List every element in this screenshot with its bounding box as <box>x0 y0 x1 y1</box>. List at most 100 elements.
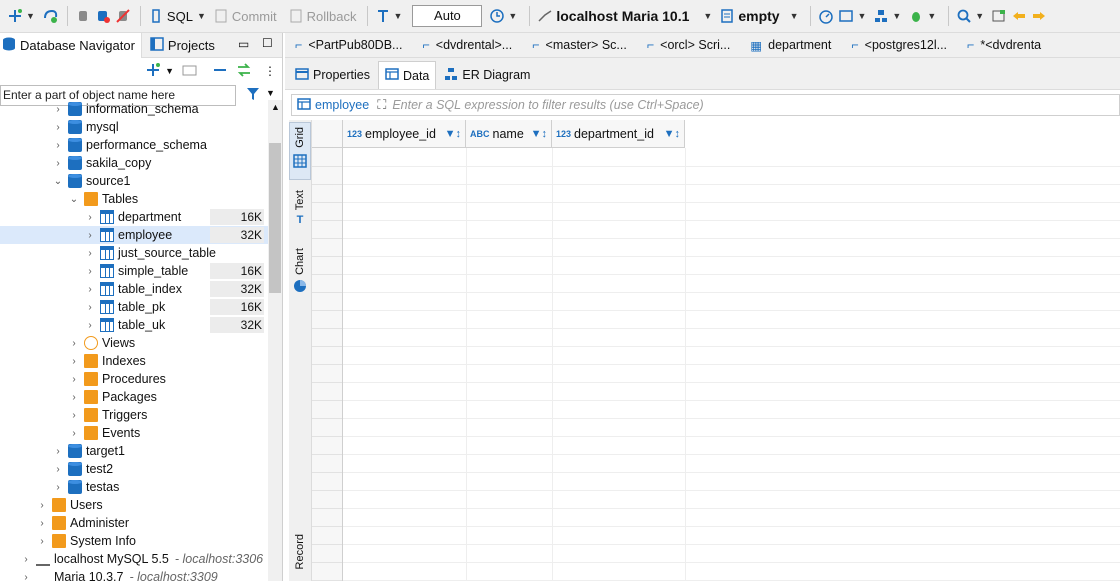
transaction-mode-field[interactable]: Auto <box>412 5 483 27</box>
collapsed-arrow-icon[interactable]: › <box>68 356 80 367</box>
tree-item[interactable]: › employee 32K <box>0 226 268 244</box>
column-filter-sort-icon[interactable]: ▼↕ <box>445 128 461 140</box>
column-header[interactable]: ABC name ▼↕ <box>466 120 552 148</box>
nav-forward-icon[interactable] <box>1030 7 1048 25</box>
column-header[interactable]: 123 department_id ▼↕ <box>552 120 685 148</box>
tree-item[interactable]: › sakila_copy <box>0 154 268 172</box>
collapsed-arrow-icon[interactable]: › <box>68 392 80 403</box>
view-menu-icon[interactable]: ⋮ <box>264 64 276 78</box>
collapsed-arrow-icon[interactable]: › <box>52 158 64 169</box>
tree-item[interactable]: ⌄ Tables <box>0 190 268 208</box>
tree-item[interactable]: › mysql <box>0 118 268 136</box>
tree-item[interactable]: › Views <box>0 334 268 352</box>
invalidate-icon[interactable] <box>94 7 112 25</box>
collapsed-arrow-icon[interactable]: › <box>52 122 64 133</box>
git-icon[interactable] <box>837 7 855 25</box>
collapsed-arrow-icon[interactable]: › <box>52 446 64 457</box>
history-icon[interactable] <box>488 7 506 25</box>
tree-item[interactable]: › performance_schema <box>0 136 268 154</box>
collapsed-arrow-icon[interactable]: › <box>20 554 32 565</box>
sql-editor-icon[interactable] <box>147 7 165 25</box>
tree-item[interactable]: › table_pk 16K <box>0 298 268 316</box>
collapsed-arrow-icon[interactable]: › <box>84 212 96 223</box>
minimize-icon[interactable]: ▭ <box>238 37 249 51</box>
tree-item[interactable]: › testas <box>0 478 268 496</box>
editor-tab[interactable]: ⌐ *<dvdrenta <box>957 33 1051 57</box>
chevron-down-icon[interactable]: ▼ <box>394 11 403 21</box>
tab-record[interactable]: Record <box>289 534 311 580</box>
tree-item[interactable]: › Users <box>0 496 268 514</box>
tab-grid[interactable]: Grid <box>289 122 311 180</box>
chevron-down-icon[interactable]: ▼ <box>26 11 35 21</box>
rollback-button[interactable]: Rollback <box>307 9 357 24</box>
chevron-down-icon[interactable]: ▼ <box>892 11 901 21</box>
tab-chart[interactable]: Chart <box>289 248 311 300</box>
tasks-icon[interactable] <box>872 7 890 25</box>
new-folder-icon[interactable] <box>182 62 198 81</box>
editor-tab[interactable]: ⌐ <postgres12l... <box>841 33 957 57</box>
chevron-down-icon[interactable]: ▼ <box>266 88 275 98</box>
expanded-arrow-icon[interactable]: ⌄ <box>52 176 64 187</box>
new-connection-icon[interactable] <box>6 7 24 25</box>
scroll-up-icon[interactable]: ▲ <box>271 102 280 112</box>
collapsed-arrow-icon[interactable]: › <box>52 464 64 475</box>
tree-item[interactable]: › Maria 10.3.7 - localhost:3309 <box>0 568 268 581</box>
new-connection-icon[interactable] <box>145 62 161 81</box>
collapsed-arrow-icon[interactable]: › <box>84 248 96 259</box>
tab-er-diagram[interactable]: ER Diagram <box>438 61 536 89</box>
collapsed-arrow-icon[interactable]: › <box>84 284 96 295</box>
commit-icon[interactable] <box>212 7 230 25</box>
tree-item[interactable]: › target1 <box>0 442 268 460</box>
expanded-arrow-icon[interactable]: ⌄ <box>68 194 80 205</box>
sql-button[interactable]: SQL <box>167 9 193 24</box>
editor-tab[interactable]: ⌐ <PartPub80DB... <box>285 33 412 57</box>
chevron-down-icon[interactable]: ▼ <box>975 11 984 21</box>
tree-item[interactable]: › information_schema <box>0 100 268 118</box>
editor-tab[interactable]: ⌐ <dvdrental>... <box>412 33 522 57</box>
chevron-down-icon[interactable]: ▼ <box>790 11 799 21</box>
tree-item[interactable]: › System Info <box>0 532 268 550</box>
collapsed-arrow-icon[interactable]: › <box>68 374 80 385</box>
column-filter-sort-icon[interactable]: ▼↕ <box>664 128 680 140</box>
editor-tab[interactable]: ▦ department <box>740 33 841 57</box>
tree-item[interactable]: › just_source_table <box>0 244 268 262</box>
filter-table-name[interactable]: employee <box>315 98 369 112</box>
tab-database-navigator[interactable]: Database Navigator <box>0 33 142 58</box>
collapsed-arrow-icon[interactable]: › <box>68 410 80 421</box>
disconnect-all-icon[interactable] <box>114 7 132 25</box>
chevron-down-icon[interactable]: ▼ <box>927 11 936 21</box>
link-editor-icon[interactable] <box>236 62 252 81</box>
collapsed-arrow-icon[interactable]: › <box>84 230 96 241</box>
tree-item[interactable]: › department 16K <box>0 208 268 226</box>
active-connection-selector[interactable]: localhost Maria 10.1 <box>556 8 689 24</box>
dashboard-icon[interactable] <box>817 7 835 25</box>
connect-icon[interactable] <box>41 7 59 25</box>
column-filter-sort-icon[interactable]: ▼↕ <box>531 128 547 140</box>
tree-item[interactable]: › localhost MySQL 5.5 - localhost:3306 <box>0 550 268 568</box>
tab-text[interactable]: Text T <box>289 190 311 236</box>
collapsed-arrow-icon[interactable]: › <box>20 572 32 581</box>
collapsed-arrow-icon[interactable]: › <box>36 518 48 529</box>
tree-item[interactable]: ⌄ source1 <box>0 172 268 190</box>
expand-filter-icon[interactable]: ⛶ <box>377 97 386 113</box>
collapsed-arrow-icon[interactable]: › <box>36 536 48 547</box>
navigator-scrollbar-thumb[interactable] <box>269 143 281 293</box>
chevron-down-icon[interactable]: ▼ <box>508 11 517 21</box>
chevron-down-icon[interactable]: ▼ <box>197 11 206 21</box>
tree-item[interactable]: › table_uk 32K <box>0 316 268 334</box>
tree-item[interactable]: › Packages <box>0 388 268 406</box>
tab-data[interactable]: Data <box>377 61 437 89</box>
search-icon[interactable] <box>955 7 973 25</box>
tree-item[interactable]: › simple_table 16K <box>0 262 268 280</box>
collapsed-arrow-icon[interactable]: › <box>84 266 96 277</box>
nav-back-icon[interactable] <box>1010 7 1028 25</box>
collapsed-arrow-icon[interactable]: › <box>84 302 96 313</box>
tree-item[interactable]: › Triggers <box>0 406 268 424</box>
collapsed-arrow-icon[interactable]: › <box>52 140 64 151</box>
transaction-mode-icon[interactable] <box>374 7 392 25</box>
collapsed-arrow-icon[interactable]: › <box>52 104 64 115</box>
collapsed-arrow-icon[interactable]: › <box>68 428 80 439</box>
tree-item[interactable]: › Procedures <box>0 370 268 388</box>
tab-properties[interactable]: Properties <box>289 61 376 89</box>
chevron-down-icon[interactable]: ▼ <box>703 11 712 21</box>
